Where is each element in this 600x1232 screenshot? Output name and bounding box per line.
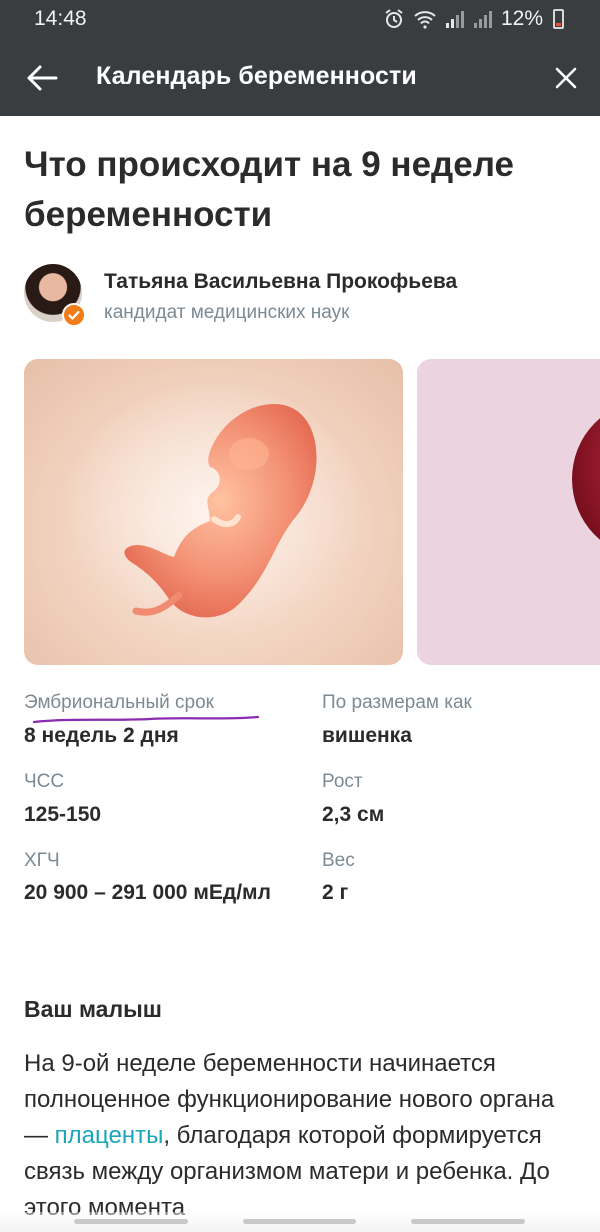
embryo-image-card[interactable] <box>24 359 403 665</box>
fact-value-weight: 2 г <box>322 881 349 904</box>
nav-hint-right <box>411 1219 525 1224</box>
app-bar: Календарь беременности <box>0 38 600 116</box>
fact-label-embryo-term: Эмбриональный срок <box>24 692 214 713</box>
arrow-left-icon <box>27 65 58 91</box>
nav-hint-left <box>74 1219 188 1224</box>
page-title: Что происходит на 9 неделе беременности <box>24 145 514 234</box>
author-name[interactable]: Татьяна Васильевна Прокофьева <box>104 270 457 294</box>
placenta-link[interactable]: плаценты <box>55 1122 164 1149</box>
status-bar: 14:48 12% <box>0 0 600 38</box>
close-icon <box>555 67 577 89</box>
battery-percent: 12% <box>500 7 543 30</box>
author-role: кандидат медицинских наук <box>104 302 350 323</box>
section-title-your-baby: Ваш малыш <box>24 996 162 1022</box>
verified-badge <box>62 303 86 327</box>
fact-label-size: По размерам как <box>322 692 472 713</box>
back-button[interactable] <box>24 60 60 96</box>
fact-value-height: 2,3 см <box>322 803 385 826</box>
close-button[interactable] <box>548 60 584 96</box>
embryo-illustration <box>64 379 364 639</box>
signal-icon <box>445 9 465 29</box>
checkmark-icon <box>68 310 80 320</box>
fact-value-embryo-term: 8 недель 2 дня <box>24 724 179 747</box>
alarm-icon <box>383 8 405 30</box>
fact-value-hcg: 20 900 – 291 000 мЕд/мл <box>24 881 271 904</box>
fact-label-heart-rate: ЧСС <box>24 771 65 792</box>
signal-roaming-icon <box>473 9 493 29</box>
author-block[interactable]: Татьяна Васильевна Прокофьева кандидат м… <box>24 264 584 328</box>
article-body: На 9-ой неделе беременности начинается п… <box>24 1046 584 1226</box>
fact-label-height: Рост <box>322 771 363 792</box>
wifi-icon <box>413 9 437 29</box>
fact-value-size: вишенка <box>322 724 412 747</box>
fact-label-weight: Вес <box>322 850 355 871</box>
battery-icon <box>553 9 564 29</box>
status-icons: 12% <box>383 7 564 31</box>
fact-value-heart-rate: 125-150 <box>24 803 102 826</box>
fact-label-hcg: ХГЧ <box>24 850 60 871</box>
cherry-illustration <box>572 418 600 540</box>
nav-hint-center <box>243 1219 356 1224</box>
cherry-image-card[interactable] <box>417 359 600 665</box>
app-title: Календарь беременности <box>96 62 417 90</box>
status-time: 14:48 <box>34 7 87 30</box>
